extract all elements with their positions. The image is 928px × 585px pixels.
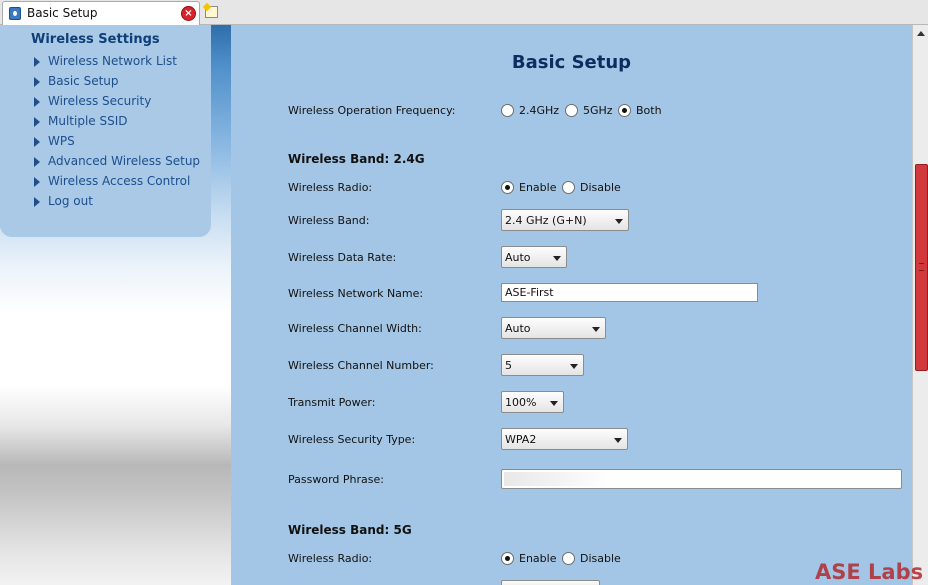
sidebar-item-label[interactable]: Multiple SSID: [48, 114, 128, 128]
sidebar-item-label[interactable]: Wireless Network List: [48, 54, 177, 68]
chevron-down-icon: [615, 219, 623, 224]
triangle-right-icon: [34, 177, 40, 187]
radio-5ghz-label: 5GHz: [583, 104, 613, 117]
triangle-right-icon: [34, 197, 40, 207]
radio-enable-label: Enable: [519, 552, 557, 565]
tab-basic-setup[interactable]: Basic Setup ×: [2, 1, 200, 25]
main-content: Basic Setup Wireless Operation Frequency…: [231, 25, 912, 585]
wireless-settings-menu: Wireless Settings Wireless Network List …: [0, 25, 211, 237]
network-name-label: Wireless Network Name:: [288, 287, 424, 300]
grip-icon: [919, 263, 924, 271]
select-value: 2.4 GHz (G+N): [505, 214, 587, 227]
wireless-radio-label-5g: Wireless Radio:: [288, 552, 373, 565]
select-value: WPA2: [505, 433, 537, 446]
triangle-right-icon: [34, 57, 40, 67]
data-rate-select[interactable]: Auto: [501, 246, 567, 268]
sidebar-item-label[interactable]: Wireless Security: [48, 94, 151, 108]
sidebar-item-label[interactable]: Basic Setup: [48, 74, 119, 88]
select-value: Auto: [505, 251, 531, 264]
frequency-label: Wireless Operation Frequency:: [288, 104, 456, 117]
wireless-band-label: Wireless Band:: [288, 214, 370, 227]
sidebar-item-label[interactable]: Advanced Wireless Setup: [48, 154, 200, 168]
radio-5ghz[interactable]: [565, 104, 578, 117]
transmit-power-label: Transmit Power:: [288, 396, 376, 409]
sidebar-item-label[interactable]: Wireless Access Control: [48, 174, 190, 188]
sidebar-item-label[interactable]: Log out: [48, 194, 93, 208]
select-value: 100%: [505, 396, 537, 409]
triangle-right-icon: [34, 157, 40, 167]
data-rate-label: Wireless Data Rate:: [288, 251, 397, 264]
radio-2-4ghz-label: 2.4GHz: [519, 104, 560, 117]
triangle-right-icon: [34, 117, 40, 127]
network-name-input[interactable]: [501, 283, 758, 302]
chevron-down-icon: [550, 401, 558, 406]
password-phrase-input[interactable]: [501, 469, 902, 489]
scrollbar-thumb[interactable]: [915, 164, 928, 371]
security-type-label: Wireless Security Type:: [288, 433, 416, 446]
password-phrase-label: Password Phrase:: [288, 473, 384, 486]
radio-enable-5g[interactable]: [501, 552, 514, 565]
page-title: Basic Setup: [511, 52, 632, 73]
wireless-radio-label: Wireless Radio:: [288, 181, 373, 194]
radio-enable-24g[interactable]: [501, 181, 514, 194]
triangle-right-icon: [34, 97, 40, 107]
tab-title: Basic Setup: [27, 6, 98, 20]
channel-number-label: Wireless Channel Number:: [288, 359, 434, 372]
section-band-24g: Wireless Band: 2.4G: [288, 152, 425, 166]
next-select-partial[interactable]: [501, 580, 600, 585]
radio-disable-label: Disable: [580, 552, 621, 565]
triangle-right-icon: [34, 137, 40, 147]
vertical-scrollbar[interactable]: [912, 25, 928, 585]
select-value: Auto: [505, 322, 531, 335]
transmit-power-select[interactable]: 100%: [501, 391, 564, 413]
channel-width-select[interactable]: Auto: [501, 317, 606, 339]
section-band-5g: Wireless Band: 5G: [288, 523, 412, 537]
radio-disable-label: Disable: [580, 181, 621, 194]
radio-both[interactable]: [618, 104, 631, 117]
chevron-down-icon: [553, 256, 561, 261]
radio-2-4ghz[interactable]: [501, 104, 514, 117]
menu-title: Wireless Settings: [31, 32, 160, 47]
watermark-logo: ASE Labs: [815, 560, 924, 584]
router-page-icon: [9, 7, 21, 20]
radio-enable-label: Enable: [519, 181, 557, 194]
left-pane: Wireless Settings Wireless Network List …: [0, 25, 231, 585]
channel-number-select[interactable]: 5: [501, 354, 584, 376]
security-type-select[interactable]: WPA2: [501, 428, 628, 450]
chevron-down-icon: [570, 364, 578, 369]
close-icon[interactable]: ×: [181, 6, 196, 21]
radio-disable-5g[interactable]: [562, 552, 575, 565]
radio-both-label: Both: [636, 104, 662, 117]
triangle-right-icon: [34, 77, 40, 87]
radio-disable-24g[interactable]: [562, 181, 575, 194]
chevron-down-icon: [614, 438, 622, 443]
chevron-down-icon: [592, 327, 600, 332]
sidebar-item-label[interactable]: WPS: [48, 134, 75, 148]
wireless-band-select[interactable]: 2.4 GHz (G+N): [501, 209, 629, 231]
select-value: 5: [505, 359, 512, 372]
scroll-up-icon[interactable]: [917, 31, 925, 36]
tab-bar: Basic Setup ×: [0, 0, 928, 25]
new-tab-icon[interactable]: [202, 2, 220, 19]
channel-width-label: Wireless Channel Width:: [288, 322, 422, 335]
